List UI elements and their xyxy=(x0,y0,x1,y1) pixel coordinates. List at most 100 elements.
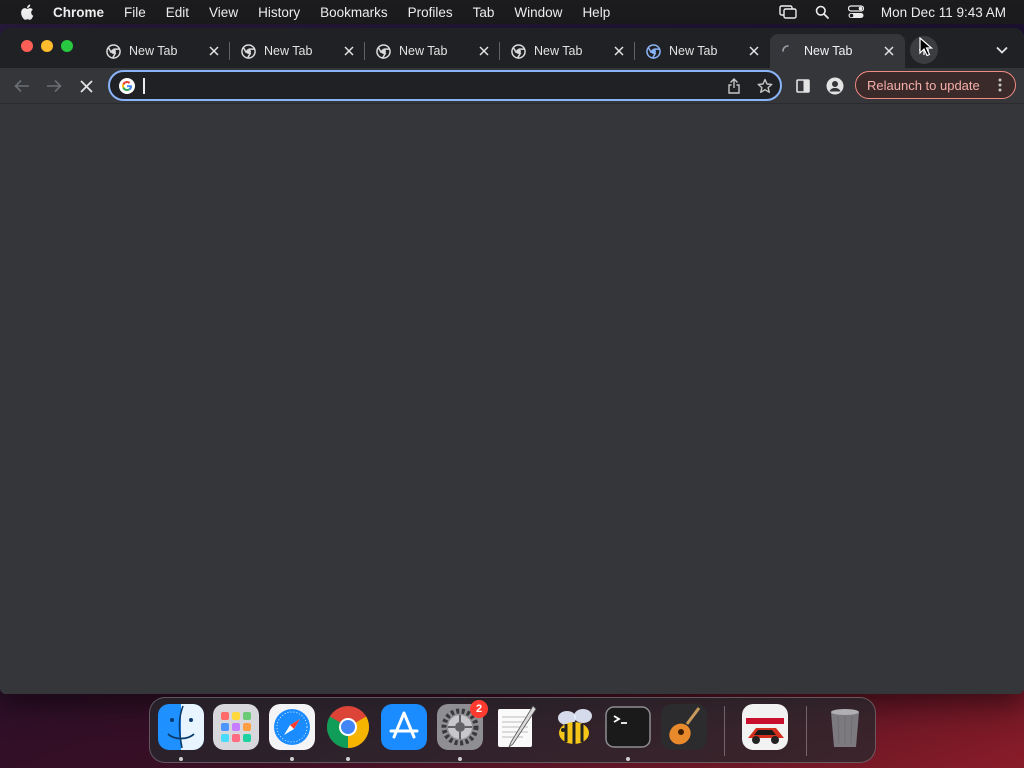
dock-launchpad[interactable] xyxy=(213,704,259,750)
dock-finder[interactable] xyxy=(158,704,204,750)
screen-mirroring-icon[interactable] xyxy=(779,4,797,20)
menubar-clock[interactable]: Mon Dec 11 9:43 AM xyxy=(881,5,1006,20)
profile-button[interactable] xyxy=(823,74,847,98)
tab-4[interactable]: New Tab xyxy=(500,34,635,68)
dock: 2 xyxy=(149,697,876,763)
chrome-favicon-icon xyxy=(510,43,526,59)
menu-bookmarks[interactable]: Bookmarks xyxy=(320,5,388,20)
loading-spinner-icon xyxy=(780,43,796,59)
tab-strip: New Tab New Tab New Tab New Tab New Tab … xyxy=(0,28,1024,68)
menu-help[interactable]: Help xyxy=(582,5,610,20)
close-icon[interactable] xyxy=(339,41,359,61)
bookmark-star-icon[interactable] xyxy=(755,76,775,96)
address-bar-input[interactable] xyxy=(142,74,702,97)
running-indicator xyxy=(458,757,462,761)
menu-file[interactable]: File xyxy=(124,5,146,20)
arrow-right-icon xyxy=(47,79,62,93)
tab-title: New Tab xyxy=(804,44,853,58)
chrome-favicon-icon xyxy=(375,43,391,59)
menu-bar: Chrome File Edit View History Bookmarks … xyxy=(0,0,1024,24)
notification-badge: 2 xyxy=(470,700,488,718)
page-content xyxy=(0,104,1024,694)
relaunch-label: Relaunch to update xyxy=(867,77,980,93)
dock-bee-app[interactable] xyxy=(551,704,597,750)
menu-profiles[interactable]: Profiles xyxy=(408,5,453,20)
menu-tab[interactable]: Tab xyxy=(473,5,495,20)
safari-compass-icon xyxy=(269,704,315,750)
close-icon[interactable] xyxy=(879,41,899,61)
tab-list: New Tab New Tab New Tab New Tab New Tab … xyxy=(95,34,905,68)
omnibox[interactable] xyxy=(108,70,782,101)
guitar-icon xyxy=(661,704,707,750)
menu-edit[interactable]: Edit xyxy=(166,5,189,20)
dock-trash[interactable] xyxy=(822,704,868,750)
browser-toolbar: Relaunch to update xyxy=(0,68,1024,104)
close-icon[interactable] xyxy=(474,41,494,61)
google-g-icon xyxy=(119,78,135,94)
dock-terminal[interactable] xyxy=(605,704,651,750)
close-icon xyxy=(79,79,93,93)
stop-loading-button[interactable] xyxy=(74,74,98,98)
running-indicator xyxy=(626,757,630,761)
textedit-icon xyxy=(498,705,537,749)
asphalt-game-icon xyxy=(742,704,788,750)
close-icon[interactable] xyxy=(744,41,764,61)
dock-divider xyxy=(806,706,807,756)
dock-app-store[interactable] xyxy=(381,704,427,750)
dock-textedit[interactable] xyxy=(493,704,539,750)
trash-icon xyxy=(831,709,859,747)
chrome-favicon-icon xyxy=(645,43,661,59)
more-vertical-icon[interactable] xyxy=(993,77,1007,93)
tab-2[interactable]: New Tab xyxy=(230,34,365,68)
side-panel-button[interactable] xyxy=(791,74,815,98)
tab-title: New Tab xyxy=(534,44,583,58)
mouse-pointer-icon xyxy=(919,36,934,57)
dock-google-chrome[interactable] xyxy=(325,704,371,750)
tab-6-active[interactable]: New Tab xyxy=(770,34,905,68)
dock-divider xyxy=(724,706,725,756)
tab-3[interactable]: New Tab xyxy=(365,34,500,68)
running-indicator xyxy=(179,757,183,761)
bee-icon xyxy=(558,709,592,744)
profile-avatar-icon xyxy=(826,77,844,95)
menubar-status-area: Mon Dec 11 9:43 AM xyxy=(779,0,1006,24)
close-icon[interactable] xyxy=(204,41,224,61)
menu-window[interactable]: Window xyxy=(514,5,562,20)
app-store-icon xyxy=(381,704,427,750)
side-panel-icon xyxy=(796,79,810,93)
menu-history[interactable]: History xyxy=(258,5,300,20)
chrome-favicon-icon xyxy=(240,43,256,59)
launchpad-icon xyxy=(213,704,259,750)
terminal-icon xyxy=(605,706,651,748)
chrome-window: New Tab New Tab New Tab New Tab New Tab … xyxy=(0,28,1024,694)
dock-garageband[interactable] xyxy=(661,704,707,750)
running-indicator xyxy=(346,757,350,761)
share-icon[interactable] xyxy=(724,76,744,96)
control-center-icon[interactable] xyxy=(847,4,865,20)
tab-title: New Tab xyxy=(264,44,313,58)
tab-title: New Tab xyxy=(669,44,718,58)
forward-button[interactable] xyxy=(42,74,66,98)
spotlight-search-icon[interactable] xyxy=(813,4,831,20)
tab-title: New Tab xyxy=(129,44,178,58)
window-close-button[interactable] xyxy=(21,40,33,52)
tab-search-chevron-icon[interactable] xyxy=(992,40,1012,60)
tab-1[interactable]: New Tab xyxy=(95,34,230,68)
relaunch-to-update-button[interactable]: Relaunch to update xyxy=(855,71,1016,99)
finder-icon xyxy=(158,704,204,750)
chrome-favicon-icon xyxy=(105,43,121,59)
arrow-left-icon xyxy=(14,79,29,93)
running-indicator xyxy=(290,757,294,761)
menu-view[interactable]: View xyxy=(209,5,238,20)
menu-app-name[interactable]: Chrome xyxy=(53,5,104,20)
dock-asphalt[interactable] xyxy=(742,704,788,750)
close-icon[interactable] xyxy=(609,41,629,61)
dock-safari[interactable] xyxy=(269,704,315,750)
chrome-icon xyxy=(326,706,370,748)
window-minimize-button[interactable] xyxy=(41,40,53,52)
tab-5[interactable]: New Tab xyxy=(635,34,770,68)
text-cursor xyxy=(143,78,145,94)
back-button[interactable] xyxy=(10,74,34,98)
window-zoom-button[interactable] xyxy=(61,40,73,52)
apple-menu-icon[interactable] xyxy=(17,4,37,20)
